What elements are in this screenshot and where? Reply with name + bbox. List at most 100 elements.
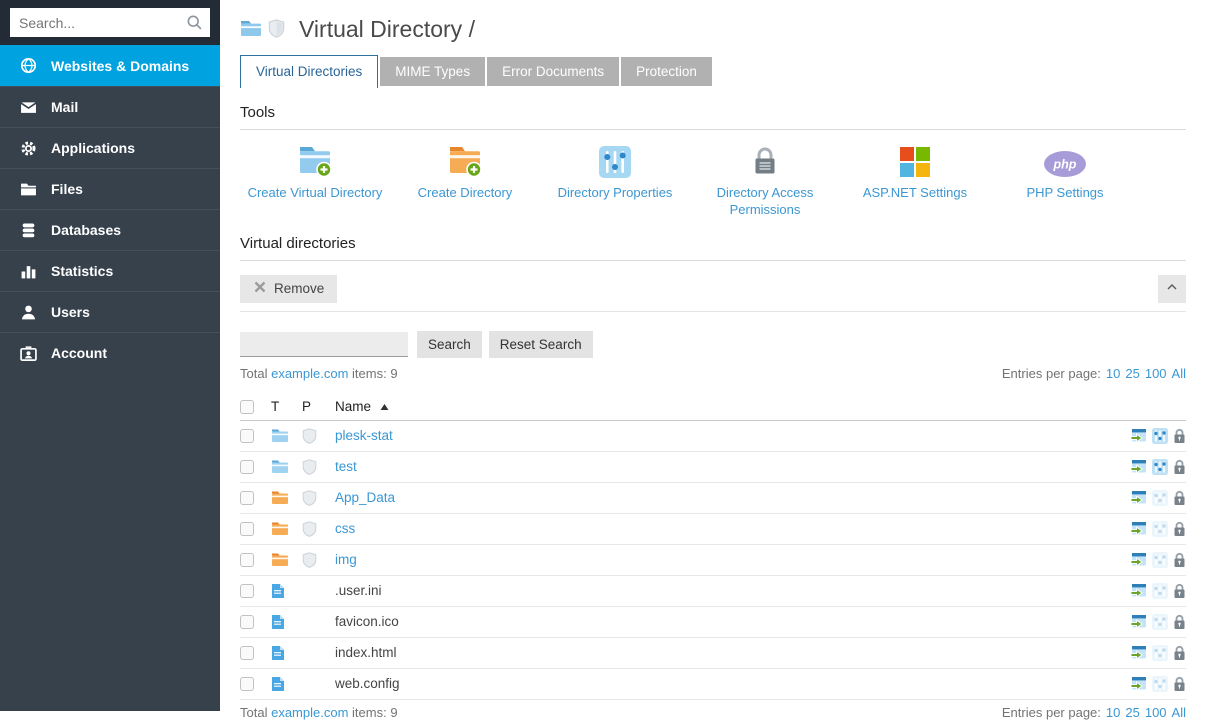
entries-option-all[interactable]: All (1172, 705, 1186, 720)
svg-text:php: php (1053, 158, 1077, 172)
file-icon (271, 583, 302, 599)
row-checkbox[interactable] (240, 677, 254, 691)
sidebar-item-applications[interactable]: Applications (0, 127, 220, 168)
reset-search-button[interactable]: Reset Search (489, 331, 593, 358)
tool-create-virtual-directory[interactable]: Create Virtual Directory (240, 142, 390, 219)
directory-properties-icon (1152, 614, 1168, 630)
open-in-web-icon[interactable] (1130, 676, 1147, 692)
tool-directory-properties[interactable]: Directory Properties (540, 142, 690, 219)
access-permissions-icon[interactable] (1173, 521, 1186, 537)
access-permissions-icon[interactable] (1173, 552, 1186, 568)
directory-properties-icon[interactable] (1152, 428, 1168, 444)
tab-protection[interactable]: Protection (621, 57, 712, 86)
directory-properties-icon (1152, 645, 1168, 661)
access-permissions-icon[interactable] (1173, 459, 1186, 475)
entries-option-10[interactable]: 10 (1106, 366, 1120, 381)
entries-option-25[interactable]: 25 (1125, 366, 1139, 381)
entries-option-25[interactable]: 25 (1125, 705, 1139, 720)
directory-properties-icon (1152, 676, 1168, 692)
tool-php-settings[interactable]: php PHP Settings (990, 142, 1140, 219)
sidebar-item-label: Files (51, 181, 83, 197)
directory-properties-icon (1152, 490, 1168, 506)
access-permissions-icon[interactable] (1173, 428, 1186, 444)
row-checkbox[interactable] (240, 522, 254, 536)
entries-option-100[interactable]: 100 (1145, 366, 1167, 381)
search-icon[interactable] (186, 14, 203, 34)
entries-per-page-label: Entries per page: (1002, 366, 1101, 381)
tab-mime-types[interactable]: MIME Types (380, 57, 485, 86)
domain-link[interactable]: example.com (271, 705, 348, 720)
access-permissions-icon[interactable] (1173, 583, 1186, 599)
tab-error-documents[interactable]: Error Documents (487, 57, 619, 86)
directory-folder-icon (271, 521, 302, 536)
row-checkbox[interactable] (240, 646, 254, 660)
access-permissions-icon[interactable] (1173, 676, 1186, 692)
total-items: Total example.com items: 9 (240, 705, 398, 720)
column-type[interactable]: T (271, 399, 302, 414)
open-in-web-icon[interactable] (1130, 490, 1147, 506)
entries-option-100[interactable]: 100 (1145, 705, 1167, 720)
row-name-link[interactable]: css (335, 521, 355, 536)
open-in-web-icon[interactable] (1130, 428, 1147, 444)
column-protection[interactable]: P (302, 399, 335, 414)
open-in-web-icon[interactable] (1130, 614, 1147, 630)
tab-bar: Virtual DirectoriesMIME TypesError Docum… (240, 55, 1186, 88)
select-all-checkbox[interactable] (240, 400, 254, 414)
table-body: plesk-stat test App_Data css (240, 421, 1186, 700)
sidebar-search-input[interactable] (10, 8, 210, 37)
filter-input[interactable] (240, 332, 408, 357)
file-icon (271, 676, 302, 692)
directory-properties-icon (1152, 583, 1168, 599)
collapse-button[interactable] (1158, 275, 1186, 303)
access-permissions-icon[interactable] (1173, 645, 1186, 661)
row-name-link[interactable]: test (335, 459, 357, 474)
sidebar-item-mail[interactable]: Mail (0, 86, 220, 127)
remove-button[interactable]: Remove (240, 275, 337, 303)
sidebar-item-account[interactable]: Account (0, 332, 220, 373)
row-name: favicon.ico (335, 614, 399, 629)
tool-create-directory[interactable]: Create Directory (390, 142, 540, 219)
sidebar-item-statistics[interactable]: Statistics (0, 250, 220, 291)
sidebar-item-label: Mail (51, 99, 78, 115)
column-name[interactable]: Name (335, 399, 1104, 414)
sidebar-item-label: Users (51, 304, 90, 320)
stats-icon (19, 263, 37, 280)
sidebar-item-databases[interactable]: Databases (0, 209, 220, 250)
tool-directory-access-permissions[interactable]: Directory Access Permissions (690, 142, 840, 219)
open-in-web-icon[interactable] (1130, 583, 1147, 599)
row-name-link[interactable]: plesk-stat (335, 428, 393, 443)
table-row: index.html (240, 638, 1186, 669)
tool-asp-net-settings[interactable]: ASP.NET Settings (840, 142, 990, 219)
access-permissions-icon[interactable] (1173, 614, 1186, 630)
row-name-link[interactable]: img (335, 552, 357, 567)
row-checkbox[interactable] (240, 460, 254, 474)
folder-blue-plus-icon (240, 142, 390, 178)
chevron-up-icon (1165, 280, 1179, 297)
open-in-web-icon[interactable] (1130, 459, 1147, 475)
entries-option-10[interactable]: 10 (1106, 705, 1120, 720)
row-checkbox[interactable] (240, 429, 254, 443)
row-checkbox[interactable] (240, 615, 254, 629)
row-checkbox[interactable] (240, 553, 254, 567)
directory-properties-icon[interactable] (1152, 459, 1168, 475)
entries-option-all[interactable]: All (1172, 366, 1186, 381)
shield-icon (302, 552, 335, 568)
search-button[interactable]: Search (417, 331, 482, 358)
row-checkbox[interactable] (240, 584, 254, 598)
table-row: App_Data (240, 483, 1186, 514)
sidebar-item-websites-domains[interactable]: Websites & Domains (0, 45, 220, 86)
open-in-web-icon[interactable] (1130, 521, 1147, 537)
open-in-web-icon[interactable] (1130, 552, 1147, 568)
access-permissions-icon[interactable] (1173, 490, 1186, 506)
sidebar-item-files[interactable]: Files (0, 168, 220, 209)
folder-orange-plus-icon (390, 142, 540, 178)
row-checkbox[interactable] (240, 491, 254, 505)
row-name-link[interactable]: App_Data (335, 490, 395, 505)
tool-label: Directory Access Permissions (690, 185, 840, 219)
idcard-icon (19, 345, 37, 362)
domain-link[interactable]: example.com (271, 366, 348, 381)
open-in-web-icon[interactable] (1130, 645, 1147, 661)
sidebar-item-users[interactable]: Users (0, 291, 220, 332)
tab-virtual-directories[interactable]: Virtual Directories (240, 55, 378, 88)
sidebar-item-label: Databases (51, 222, 121, 238)
